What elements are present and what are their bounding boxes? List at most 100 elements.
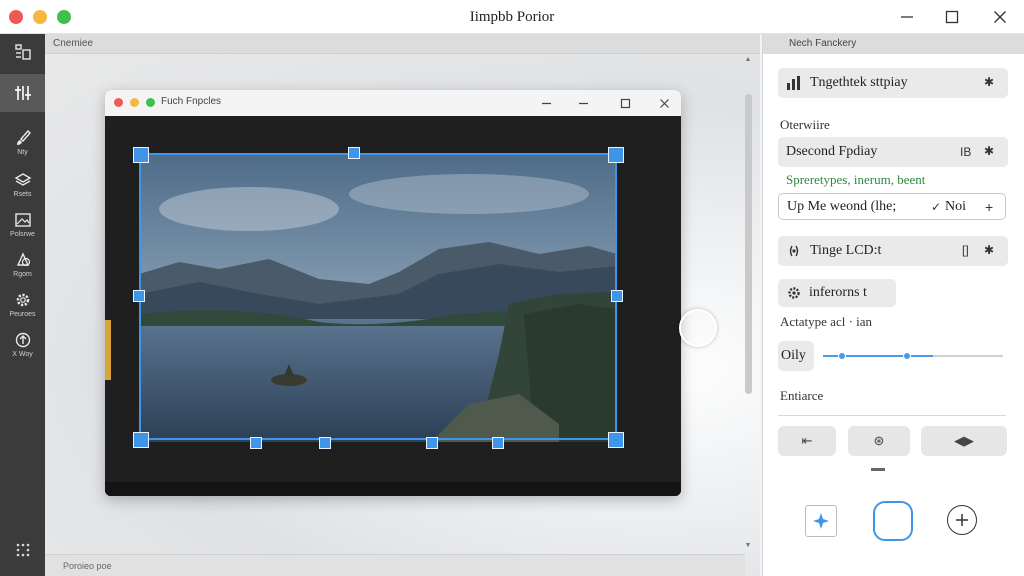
row-label: Dsecond Fpdiay xyxy=(786,144,878,159)
resize-handle-top[interactable] xyxy=(348,147,360,159)
vertical-scrollbar[interactable]: ▲ ▼ xyxy=(742,54,754,554)
scroll-down-icon[interactable]: ▼ xyxy=(742,542,754,549)
minimize-button[interactable] xyxy=(893,5,921,29)
row-label: inferorns t xyxy=(809,285,867,300)
row-input-value: Up Me weond (lhe; xyxy=(787,199,897,214)
inner-minimize-traffic-light[interactable] xyxy=(130,98,139,107)
inner-close-traffic-light[interactable] xyxy=(114,98,123,107)
play-icon: ◀▶ xyxy=(954,433,974,448)
sidebar-label: Rgom xyxy=(13,271,32,278)
status-note: Spreretypes, inerum, beent xyxy=(786,172,926,187)
slider-knob[interactable] xyxy=(903,352,911,360)
panel-row-lcd[interactable]: Tinge LCD:t [] ✱ xyxy=(778,236,1008,266)
section-label: Oterwiire xyxy=(780,117,830,132)
close-icon xyxy=(659,98,669,108)
scroll-up-icon[interactable]: ▲ xyxy=(742,56,754,63)
resize-handle-right[interactable] xyxy=(611,290,623,302)
canvas-header-label: Cnemiee xyxy=(53,38,94,49)
stack-icon xyxy=(13,170,33,190)
play-button[interactable]: ◀▶ xyxy=(921,426,1007,456)
close-button[interactable] xyxy=(986,5,1014,29)
circle-shape-icon xyxy=(882,510,904,532)
resize-handle-top-right[interactable] xyxy=(608,147,624,163)
dock-bar xyxy=(105,482,681,496)
inner-minimize-button[interactable] xyxy=(538,95,554,111)
minimize-icon xyxy=(901,16,913,18)
asterisk-icon[interactable]: ✱ xyxy=(984,243,994,257)
divider-mark xyxy=(871,468,885,471)
shapes-icon xyxy=(13,250,33,270)
sidebar-item-settings[interactable]: Peuroes xyxy=(0,290,45,318)
sidebar-item-grid[interactable] xyxy=(0,540,45,560)
panel-row-info[interactable]: inferorns t xyxy=(778,279,896,307)
sidebar-label: Nty xyxy=(17,149,28,156)
shape-button[interactable] xyxy=(873,501,913,541)
sidebar-item-presets[interactable]: Rsets xyxy=(0,170,45,198)
rotate-handle[interactable] xyxy=(679,309,717,347)
slider-label-box: Oily xyxy=(778,341,814,371)
effect-button[interactable] xyxy=(805,505,837,537)
sidebar-label: X Woy xyxy=(12,351,33,358)
selection-frame[interactable] xyxy=(139,153,617,440)
row-value: Noi xyxy=(945,199,966,214)
sound-icon xyxy=(787,244,801,263)
adjust-icon xyxy=(13,83,33,103)
sidebar-item-layout[interactable] xyxy=(0,42,45,62)
resize-handle-bottom[interactable] xyxy=(426,437,438,449)
inner-zoom-traffic-light[interactable] xyxy=(146,98,155,107)
resize-handle-bottom-left[interactable] xyxy=(133,432,149,448)
layout-icon xyxy=(13,42,33,62)
sidebar-item-brush[interactable]: Nty xyxy=(0,128,45,156)
maximize-icon xyxy=(620,98,630,108)
canvas-footer-label: Poroieo poe xyxy=(63,561,112,571)
canvas-header: Cnemiee xyxy=(45,34,760,54)
inner-window-titlebar: Fuch Fnpcles xyxy=(105,90,681,116)
close-icon xyxy=(994,11,1006,23)
canvas-footer: Poroieo poe xyxy=(45,554,745,576)
inner-restore-button[interactable] xyxy=(575,95,591,111)
inner-window-title: Fuch Fnpcles xyxy=(161,96,222,107)
divider xyxy=(778,415,1006,416)
sparkle-icon xyxy=(813,513,829,529)
grid-dots-icon xyxy=(13,540,33,560)
panel-row-input[interactable]: Up Me weond (lhe; ✓ Noi + xyxy=(778,193,1006,220)
inner-close-button[interactable] xyxy=(656,95,672,111)
check-icon: ✓ xyxy=(931,200,942,214)
scrollbar-thumb[interactable] xyxy=(745,94,752,394)
resize-handle-left[interactable] xyxy=(133,290,145,302)
sidebar-item-export[interactable]: X Woy xyxy=(0,330,45,358)
resize-handle-bottom[interactable] xyxy=(492,437,504,449)
gear-icon xyxy=(787,286,801,305)
resize-handle-top-left[interactable] xyxy=(133,147,149,163)
gear-icon xyxy=(13,290,33,310)
panel-row-second-display[interactable]: Dsecond Fpdiay IB ✱ xyxy=(778,137,1008,167)
resize-handle-bottom[interactable] xyxy=(319,437,331,449)
sidebar-item-shapes[interactable]: Rgom xyxy=(0,250,45,278)
record-button[interactable]: ⊛ xyxy=(848,426,910,456)
row-label: Tinge LCD:t xyxy=(810,243,882,258)
sidebar-label: Rsets xyxy=(13,191,32,198)
minimize-icon xyxy=(541,102,551,104)
asterisk-icon[interactable]: ✱ xyxy=(984,144,994,158)
tool-sidebar: Nty Rsets Polsrwe Rgom Peuroes X Woy xyxy=(0,34,45,576)
inner-maximize-button[interactable] xyxy=(617,95,633,111)
asterisk-icon[interactable]: ✱ xyxy=(984,75,994,89)
export-icon xyxy=(13,330,33,350)
resize-handle-bottom[interactable] xyxy=(250,437,262,449)
panel-row-display[interactable]: Tngethtek sttpiay ✱ xyxy=(778,68,1008,98)
sidebar-item-pictures[interactable]: Polsrwe xyxy=(0,210,45,238)
row-tag: [] xyxy=(962,243,969,257)
resize-handle-bottom-right[interactable] xyxy=(608,432,624,448)
record-icon: ⊛ xyxy=(873,433,885,448)
add-button[interactable] xyxy=(947,505,977,535)
sidebar-label: Peuroes xyxy=(9,311,36,318)
bar-chart-icon xyxy=(786,76,802,95)
rewind-button[interactable]: ⇤ xyxy=(778,426,836,456)
maximize-icon xyxy=(945,10,959,24)
plus-icon[interactable]: + xyxy=(985,199,993,215)
slider-knob-start[interactable] xyxy=(838,352,846,360)
maximize-button[interactable] xyxy=(938,5,966,29)
sidebar-item-adjust[interactable] xyxy=(0,74,45,112)
brush-icon xyxy=(13,128,33,148)
panel-header: Nech Fanckery xyxy=(763,34,1024,54)
